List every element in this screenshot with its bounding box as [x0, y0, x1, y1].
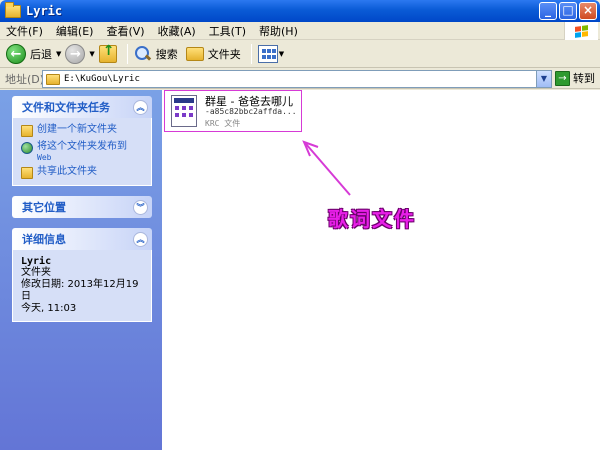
- maximize-button[interactable]: □: [559, 2, 577, 20]
- annotation-arrow: [302, 140, 351, 196]
- other-places-panel: 其它位置 ︾: [12, 196, 152, 218]
- annotation-arrow-line: [305, 143, 351, 196]
- task-label: 将这个文件夹发布到: [37, 141, 127, 152]
- forward-arrow-icon: →: [65, 44, 86, 64]
- details-panel: 详细信息 ︽ Lyric 文件夹 修改日期: 2013年12月19日 今天, 1…: [12, 228, 152, 322]
- panel-body: 创建一个新文件夹 将这个文件夹发布到 Web 共享此文件夹: [12, 118, 152, 186]
- task-new-folder[interactable]: 创建一个新文件夹: [21, 124, 147, 137]
- address-bar: 地址(D) E:\KuGou\Lyric ▼ → 转到: [0, 69, 600, 89]
- forward-dropdown-icon[interactable]: ▼: [89, 50, 94, 58]
- menu-favorites[interactable]: 收藏(A): [158, 23, 196, 39]
- folders-icon: [185, 47, 204, 61]
- folder-up-icon: [98, 43, 117, 63]
- detail-name: Lyric: [21, 256, 52, 267]
- back-dropdown-icon[interactable]: ▼: [56, 50, 61, 58]
- title-bar[interactable]: Lyric _ □ ×: [0, 0, 600, 22]
- address-input[interactable]: E:\KuGou\Lyric ▼: [42, 70, 552, 88]
- views-dropdown-icon[interactable]: ▼: [279, 50, 284, 58]
- new-folder-icon: [21, 125, 33, 137]
- go-button[interactable]: → 转到: [555, 70, 595, 86]
- task-share-folder[interactable]: 共享此文件夹: [21, 166, 147, 179]
- panel-title: 文件和文件夹任务: [22, 101, 110, 114]
- explorer-window: Lyric _ □ × 文件(F) 编辑(E) 查看(V) 收藏(A) 工具(T…: [0, 0, 600, 450]
- menu-file[interactable]: 文件(F): [6, 23, 43, 39]
- up-button[interactable]: [98, 43, 117, 65]
- views-icon: [257, 45, 278, 63]
- back-arrow-icon: ←: [6, 44, 26, 64]
- detail-modified: 修改日期: 2013年12月19日: [21, 279, 139, 302]
- expand-icon[interactable]: ︾: [133, 199, 148, 215]
- collapse-icon[interactable]: ︽: [133, 231, 148, 247]
- folder-icon: [5, 1, 21, 18]
- menu-view[interactable]: 查看(V): [106, 23, 144, 39]
- panel-header[interactable]: 文件和文件夹任务 ︽: [12, 96, 152, 118]
- search-button[interactable]: 搜索: [134, 43, 178, 65]
- go-arrow-icon: →: [555, 70, 570, 86]
- annotation-label: 歌词文件: [328, 207, 416, 231]
- menu-help[interactable]: 帮助(H): [259, 23, 298, 39]
- panel-header[interactable]: 详细信息 ︽: [12, 228, 152, 250]
- task-sublabel: Web: [37, 153, 52, 162]
- share-folder-icon: [21, 167, 33, 179]
- address-path: E:\KuGou\Lyric: [64, 74, 140, 84]
- task-publish-web[interactable]: 将这个文件夹发布到 Web: [21, 141, 147, 162]
- menu-bar: 文件(F) 编辑(E) 查看(V) 收藏(A) 工具(T) 帮助(H): [0, 22, 600, 40]
- window-title: Lyric: [26, 4, 63, 18]
- views-button[interactable]: ▼: [257, 43, 284, 65]
- search-icon: [134, 45, 152, 63]
- windows-logo: [564, 22, 598, 40]
- detail-modified-time: 今天, 11:03: [21, 303, 77, 314]
- globe-icon: [21, 142, 33, 154]
- toolbar: ← 后退 ▼ → ▼ 搜索 文件夹 ▼: [0, 41, 600, 68]
- panel-title: 其它位置: [22, 201, 66, 214]
- file-folder-tasks-panel: 文件和文件夹任务 ︽ 创建一个新文件夹 将这个文件夹发布到 Web 共享此文件夹: [12, 96, 152, 186]
- panel-header[interactable]: 其它位置 ︾: [12, 196, 152, 218]
- folders-button[interactable]: 文件夹: [185, 43, 241, 65]
- toolbar-separator: [126, 44, 128, 64]
- windows-flag-icon: [575, 24, 588, 38]
- back-button[interactable]: ← 后退 ▼: [6, 43, 61, 65]
- menu-edit[interactable]: 编辑(E): [56, 23, 94, 39]
- file-list: 群星 - 爸爸去哪儿 -a85c82bbc2affda... KRC 文件 歌词…: [162, 90, 600, 450]
- task-label: 创建一个新文件夹: [37, 124, 117, 135]
- folders-label: 文件夹: [207, 48, 241, 61]
- address-label: 地址(D): [5, 72, 45, 86]
- menu-tools[interactable]: 工具(T): [209, 23, 246, 39]
- go-label: 转到: [573, 72, 595, 85]
- minimize-button[interactable]: _: [539, 2, 557, 20]
- close-button[interactable]: ×: [579, 2, 597, 20]
- back-label: 后退: [30, 48, 52, 61]
- window-controls: _ □ ×: [539, 2, 597, 20]
- search-label: 搜索: [155, 48, 178, 61]
- toolbar-separator: [250, 44, 252, 64]
- forward-button[interactable]: → ▼: [65, 43, 95, 65]
- panel-body: Lyric 文件夹 修改日期: 2013年12月19日 今天, 11:03: [12, 250, 152, 322]
- task-label: 共享此文件夹: [37, 166, 97, 177]
- address-dropdown-icon[interactable]: ▼: [536, 71, 551, 87]
- collapse-icon[interactable]: ︽: [133, 99, 148, 115]
- folder-icon: [46, 73, 60, 85]
- task-pane: 文件和文件夹任务 ︽ 创建一个新文件夹 将这个文件夹发布到 Web 共享此文件夹…: [0, 90, 162, 450]
- panel-title: 详细信息: [22, 233, 66, 246]
- detail-type: 文件夹: [21, 267, 51, 278]
